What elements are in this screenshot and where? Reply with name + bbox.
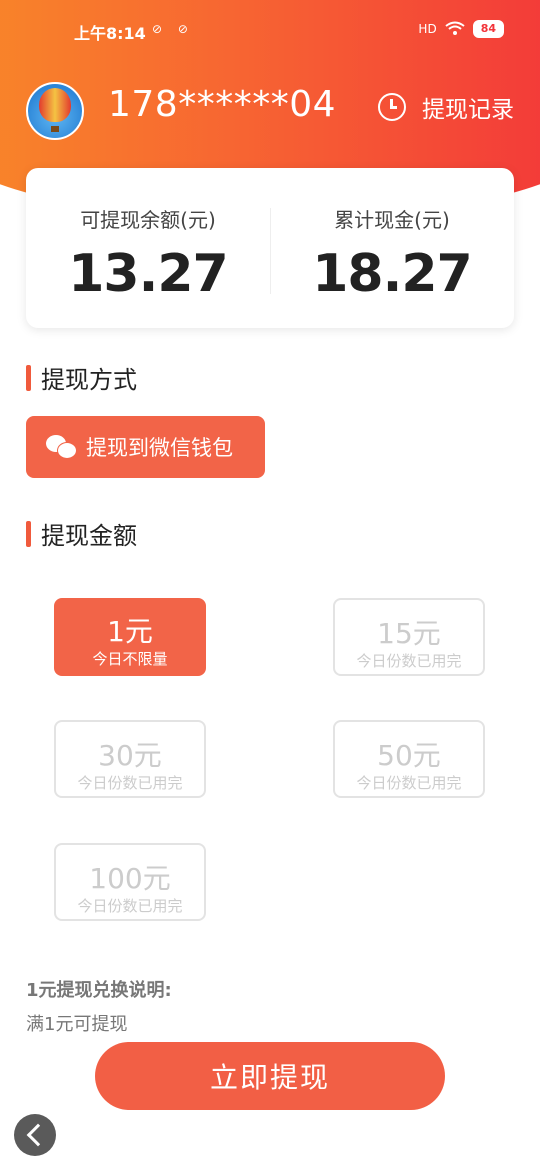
total-cash-value: 18.27 — [312, 244, 472, 304]
withdrawable-balance: 可提现余额(元) 13.27 — [26, 168, 270, 328]
amount-option-50[interactable]: 50元 今日份数已用完 — [333, 720, 485, 798]
balloon-basket — [51, 126, 59, 132]
battery-icon: 84 — [472, 20, 504, 38]
amount-note: 今日不限量 — [92, 650, 168, 668]
wifi-icon — [445, 21, 465, 38]
total-cash-label: 累计现金(元) — [334, 208, 450, 232]
balloon-icon — [39, 88, 71, 122]
clock-icon — [378, 93, 406, 121]
wechat-wallet-option[interactable]: 提现到微信钱包 — [26, 416, 265, 478]
amount-value: 15元 — [377, 617, 441, 650]
status-time: 上午8:14 — [74, 24, 146, 43]
method-section-title: 提现方式 — [26, 360, 137, 395]
withdraw-history-button[interactable]: 提现记录 — [378, 90, 514, 124]
user-phone: 178******04 — [108, 84, 337, 125]
amount-title-text: 提现金额 — [41, 522, 137, 550]
wechat-icon — [46, 435, 77, 459]
avatar[interactable] — [26, 82, 84, 140]
amount-value: 100元 — [89, 862, 171, 895]
status-right-icons: HD 84 — [418, 20, 504, 38]
wechat-wallet-label: 提现到微信钱包 — [86, 436, 233, 460]
withdrawable-label: 可提现余额(元) — [80, 208, 216, 232]
exchange-note-body: 满1元可提现 — [26, 1014, 128, 1035]
amount-option-1[interactable]: 1元 今日不限量 — [54, 598, 206, 676]
balance-card: 可提现余额(元) 13.27 累计现金(元) 18.27 — [26, 168, 514, 328]
amount-value: 50元 — [377, 739, 441, 772]
method-title-text: 提现方式 — [41, 366, 137, 394]
amount-note: 今日份数已用完 — [77, 774, 183, 792]
notification-icons: ⊘ ⊘ — [152, 22, 194, 36]
total-cash: 累计现金(元) 18.27 — [270, 168, 514, 328]
exchange-note-title: 1元提现兑换说明: — [26, 980, 172, 1001]
amount-option-15[interactable]: 15元 今日份数已用完 — [333, 598, 485, 676]
amount-section-title: 提现金额 — [26, 516, 137, 551]
amount-value: 30元 — [98, 739, 162, 772]
amount-note: 今日份数已用完 — [356, 652, 462, 670]
withdraw-page: 上午8:14 ⊘ ⊘ HD 84 178******04 提现记录 可提现余额(… — [0, 0, 540, 1170]
chevron-left-icon — [26, 1123, 50, 1147]
section-marker — [26, 520, 31, 547]
withdrawable-value: 13.27 — [68, 244, 228, 304]
amount-option-30[interactable]: 30元 今日份数已用完 — [54, 720, 206, 798]
status-bar: 上午8:14 ⊘ ⊘ HD 84 — [0, 0, 540, 64]
section-marker — [26, 364, 31, 391]
withdraw-now-button[interactable]: 立即提现 — [95, 1042, 445, 1110]
signal-icon: HD — [418, 22, 437, 36]
amount-value: 1元 — [107, 615, 153, 648]
amount-note: 今日份数已用完 — [356, 774, 462, 792]
withdraw-history-label: 提现记录 — [422, 97, 514, 123]
amount-note: 今日份数已用完 — [77, 897, 183, 915]
back-button[interactable] — [14, 1114, 56, 1156]
amount-option-100[interactable]: 100元 今日份数已用完 — [54, 843, 206, 921]
